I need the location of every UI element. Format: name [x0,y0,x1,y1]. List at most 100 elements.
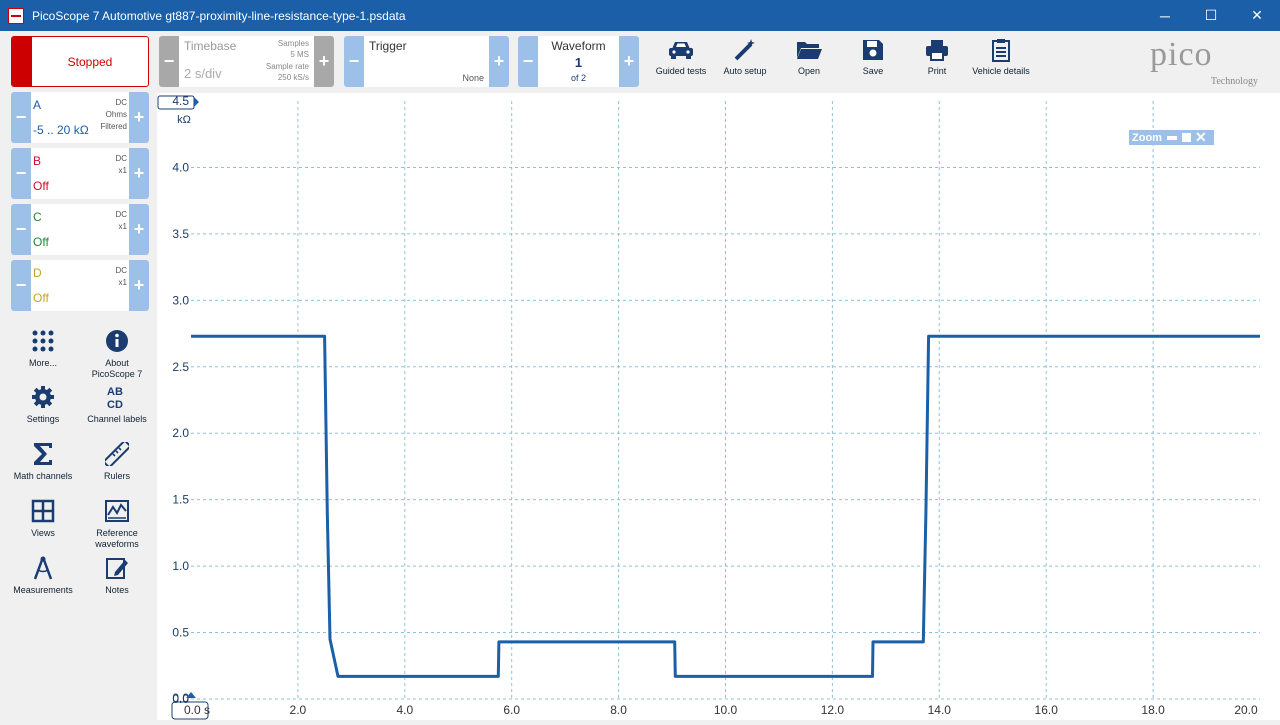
gear-icon [31,380,55,414]
timebase-increase-button[interactable]: + [314,36,334,87]
channel-a-range-decrease-button[interactable]: − [11,92,31,143]
zoom-overview-control[interactable]: Zoom ✕ [1129,129,1214,146]
save-button[interactable]: Save [841,36,905,84]
trigger-label: Trigger [369,39,407,53]
channel-b-panel[interactable]: − B DC x1 Off + [11,148,149,199]
notes-button[interactable]: Notes [85,551,149,596]
reference-waveforms-label: Reference waveforms [95,528,139,549]
views-button[interactable]: Views [11,494,75,539]
channel-a-scale-marker [194,97,199,107]
channel-c-range-decrease-button[interactable]: − [11,204,31,255]
y-tick-label: 4.0 [172,160,189,174]
timebase-decrease-button[interactable]: − [159,36,179,87]
channel-c-panel[interactable]: − C DC x1 Off + [11,204,149,255]
waveform-next-button[interactable]: + [619,36,639,87]
reference-waveforms-button[interactable]: Reference waveforms [85,494,149,550]
channel-a-range-increase-button[interactable]: + [129,92,149,143]
samples-value: 5 MS [290,50,309,59]
abcd-icon: AB CD [105,380,129,414]
zoom-close-icon[interactable]: ✕ [1195,129,1207,146]
auto-setup-button[interactable]: Auto setup [713,36,777,84]
about-label: About PicoScope 7 [91,358,143,379]
sigma-icon [32,437,54,471]
print-label: Print [927,66,947,76]
pico-technology-logo: pico Technology [1150,38,1268,88]
measurements-button[interactable]: Measurements [11,551,75,596]
scope-chart[interactable]: 0.0 s 2.0 4.0 6.0 8.0 10.0 12.0 14.0 16.0 18.0 20.… [157,93,1280,720]
channel-a-probe: Ohms [105,110,127,119]
trigger-decrease-button[interactable]: − [344,36,364,87]
ruler-icon [105,437,129,471]
math-channels-label: Math channels [13,471,73,481]
svg-text:AB: AB [107,386,123,398]
logo-subtext: Technology [1210,76,1258,87]
channel-c-range: Off [33,235,49,249]
channel-b-range-decrease-button[interactable]: − [11,148,31,199]
vehicle-details-button[interactable]: Vehicle details [969,36,1033,84]
close-button[interactable]: ✕ [1234,0,1280,31]
channel-c-range-increase-button[interactable]: + [129,204,149,255]
sample-rate-value: 250 kS/s [277,73,309,82]
zoom-maximize-icon[interactable] [1181,133,1191,142]
more-button[interactable]: More... [11,324,75,369]
x-tick-label: 6.0 [503,703,520,717]
print-button[interactable]: Print [905,36,969,84]
channel-d-panel[interactable]: − D DC x1 Off + [11,260,149,311]
guided-tests-label: Guided tests [655,66,707,76]
channel-labels-button[interactable]: AB CD Channel labels [85,380,149,425]
maximize-button[interactable]: ☐ [1188,0,1234,31]
y-axis-unit-label: kΩ [177,114,191,126]
waveform-count: of 2 [570,73,586,83]
info-icon [105,324,129,358]
channel-a-name: A [33,98,42,112]
picoscope-app-icon [8,7,24,24]
rulers-label: Rulers [103,471,130,481]
math-channels-button[interactable]: Math channels [11,437,75,482]
settings-label: Settings [26,414,60,424]
waveform-label: Waveform [551,39,606,53]
channel-b-range: Off [33,179,49,193]
zoom-label: Zoom [1132,131,1162,144]
save-label: Save [862,66,884,76]
channel-b-range-increase-button[interactable]: + [129,148,149,199]
channel-a-panel[interactable]: − A DC Ohms Filtered -5 .. 20 kΩ + [11,92,149,143]
y-tick-label: 2.0 [172,426,189,440]
oscilloscope-view[interactable]: 0.0 s 2.0 4.0 6.0 8.0 10.0 12.0 14.0 16.0 18.0 20.… [157,93,1280,720]
folder-icon [795,36,823,64]
channel-d-range-increase-button[interactable]: + [129,260,149,311]
channel-a-filter: Filtered [100,122,127,131]
x-tick-label: 16.0 [1035,703,1059,717]
notes-icon [105,551,129,585]
sample-rate-label: Sample rate [265,62,309,71]
vehicle-details-label: Vehicle details [972,66,1030,76]
trigger-mode-value: None [462,73,484,83]
channel-c-name: C [33,210,42,224]
window-title: PicoScope 7 Automotive gt887-proximity-l… [32,8,406,23]
logo-text: pico [1150,36,1213,73]
run-status-label: Stopped [67,54,113,69]
views-label: Views [31,528,55,538]
open-button[interactable]: Open [777,36,841,84]
settings-button[interactable]: Settings [11,380,75,425]
notes-label: Notes [105,585,129,595]
channel-d-range-decrease-button[interactable]: − [11,260,31,311]
run-stop-button[interactable]: Stopped [11,36,149,87]
minimize-button[interactable]: ─ [1142,0,1188,31]
svg-text:CD: CD [107,399,123,410]
timebase-label: Timebase [184,39,237,53]
open-label: Open [797,66,821,76]
rulers-button[interactable]: Rulers [85,437,149,482]
about-button[interactable]: About PicoScope 7 [85,324,149,380]
x-tick-label: 2.0 [290,703,307,717]
wand-icon [732,36,758,64]
waveform-previous-button[interactable]: − [518,36,538,87]
trigger-increase-button[interactable]: + [489,36,509,87]
dots-grid-icon [31,324,55,358]
channel-d-settings: DC x1 [115,265,127,289]
trigger-control: − Trigger None + [344,36,509,87]
channel-d-range: Off [33,291,49,305]
guided-tests-button[interactable]: Guided tests [649,36,713,84]
measurements-label: Measurements [13,585,73,595]
zoom-minimize-icon[interactable] [1166,135,1177,140]
y-tick-label: 4.5 [172,94,189,108]
